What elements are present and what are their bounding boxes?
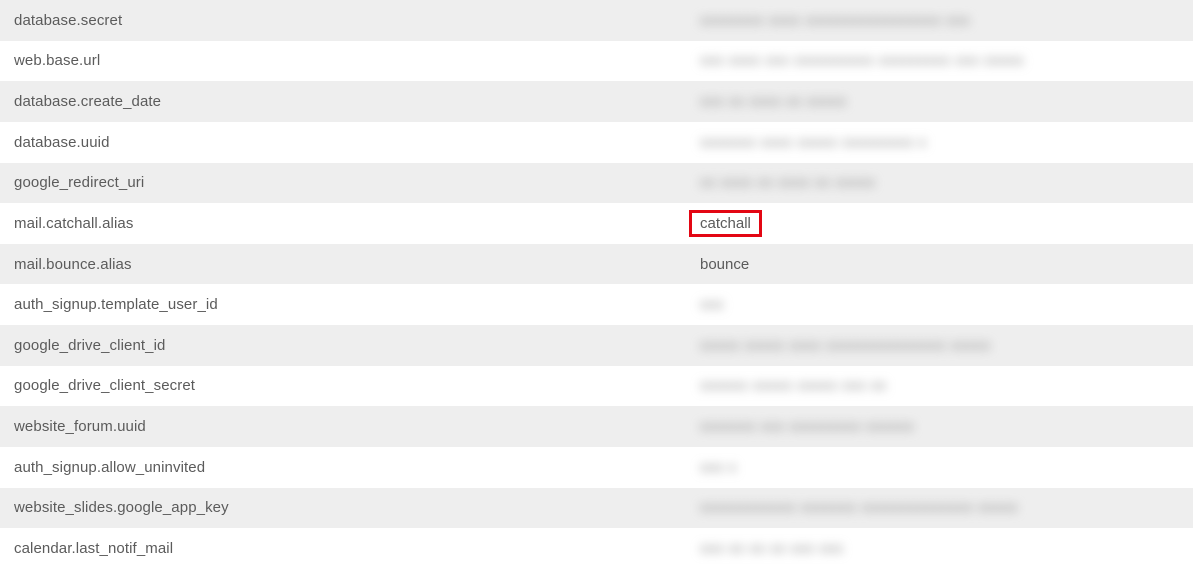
- param-value: xxx xx xxxx xx xxxxx: [700, 93, 847, 110]
- param-key: mail.bounce.alias: [0, 256, 700, 273]
- param-value-cell: xxx x: [700, 459, 1193, 476]
- table-row[interactable]: website_slides.google_app_keyxxxxxxxxxxx…: [0, 488, 1193, 529]
- table-row[interactable]: database.create_datexxx xx xxxx xx xxxxx: [0, 81, 1193, 122]
- param-value-cell: bounce: [700, 256, 1193, 273]
- param-key: website_slides.google_app_key: [0, 499, 700, 516]
- param-value-cell: xxxxxxxx xxxx xxxxxxxxxxxxxxxxx xxx: [700, 12, 1193, 29]
- table-row[interactable]: database.secretxxxxxxxx xxxx xxxxxxxxxxx…: [0, 0, 1193, 41]
- table-row[interactable]: calendar.last_notif_mailxxx xx xx xx xxx…: [0, 528, 1193, 569]
- param-key: mail.catchall.alias: [0, 215, 700, 232]
- param-value: xx xxxx xx xxxx xx xxxxx: [700, 174, 875, 191]
- param-value: xxxxxxx xxxx xxxxx xxxxxxxxx x: [700, 134, 927, 151]
- param-key: google_drive_client_secret: [0, 377, 700, 394]
- param-value: xxx xx xx xx xxx xxx: [700, 540, 843, 557]
- param-value: xxx xxxx xxx xxxxxxxxxx xxxxxxxxx xxx xx…: [700, 52, 1024, 69]
- param-key: database.uuid: [0, 134, 700, 151]
- param-value-cell: xxx xx xx xx xxx xxx: [700, 540, 1193, 557]
- table-row[interactable]: auth_signup.allow_uninvitedxxx x: [0, 447, 1193, 488]
- param-value-cell: xxxxx xxxxx xxxx xxxxxxxxxxxxxxx xxxxx: [700, 337, 1193, 354]
- param-value: xxxxxx xxxxx xxxxx xxx xx: [700, 377, 887, 394]
- table-row[interactable]: google_drive_client_idxxxxx xxxxx xxxx x…: [0, 325, 1193, 366]
- table-row[interactable]: mail.bounce.aliasbounce: [0, 244, 1193, 285]
- param-value-cell: xxxxxxx xxxx xxxxx xxxxxxxxx x: [700, 134, 1193, 151]
- param-value: xxx: [700, 296, 724, 313]
- param-value-cell: xxxxxx xxxxx xxxxx xxx xx: [700, 377, 1193, 394]
- param-value-highlighted: catchall: [689, 210, 762, 237]
- param-key: auth_signup.template_user_id: [0, 296, 700, 313]
- param-key: database.create_date: [0, 93, 700, 110]
- table-row[interactable]: website_forum.uuidxxxxxxx xxx xxxxxxxxx …: [0, 406, 1193, 447]
- table-row[interactable]: google_redirect_urixx xxxx xx xxxx xx xx…: [0, 163, 1193, 204]
- table-row[interactable]: auth_signup.template_user_idxxx: [0, 284, 1193, 325]
- param-value: xxxxxxx xxx xxxxxxxxx xxxxxx: [700, 418, 914, 435]
- param-key: website_forum.uuid: [0, 418, 700, 435]
- table-row[interactable]: mail.catchall.aliascatchall: [0, 203, 1193, 244]
- param-key: database.secret: [0, 12, 700, 29]
- table-row[interactable]: database.uuidxxxxxxx xxxx xxxxx xxxxxxxx…: [0, 122, 1193, 163]
- param-value-cell: xxx xxxx xxx xxxxxxxxxx xxxxxxxxx xxx xx…: [700, 52, 1193, 69]
- param-key: auth_signup.allow_uninvited: [0, 459, 700, 476]
- table-row[interactable]: web.base.urlxxx xxxx xxx xxxxxxxxxx xxxx…: [0, 41, 1193, 82]
- param-value: xxxxxxxx xxxx xxxxxxxxxxxxxxxxx xxx: [700, 12, 970, 29]
- param-value: xxxxxxxxxxxx xxxxxxx xxxxxxxxxxxxxx xxxx…: [700, 499, 1018, 516]
- param-value-cell: catchall: [700, 210, 1193, 237]
- param-key: web.base.url: [0, 52, 700, 69]
- param-value-cell: xx xxxx xx xxxx xx xxxxx: [700, 174, 1193, 191]
- param-value-cell: xxxxxxxxxxxx xxxxxxx xxxxxxxxxxxxxx xxxx…: [700, 499, 1193, 516]
- table-row[interactable]: google_drive_client_secretxxxxxx xxxxx x…: [0, 366, 1193, 407]
- parameters-table: database.secretxxxxxxxx xxxx xxxxxxxxxxx…: [0, 0, 1193, 569]
- param-key: google_redirect_uri: [0, 174, 700, 191]
- param-key: calendar.last_notif_mail: [0, 540, 700, 557]
- param-value-cell: xxxxxxx xxx xxxxxxxxx xxxxxx: [700, 418, 1193, 435]
- param-value: xxxxx xxxxx xxxx xxxxxxxxxxxxxxx xxxxx: [700, 337, 991, 354]
- param-key: google_drive_client_id: [0, 337, 700, 354]
- param-value-cell: xxx: [700, 296, 1193, 313]
- param-value: xxx x: [700, 459, 737, 476]
- param-value: bounce: [700, 256, 749, 273]
- param-value-cell: xxx xx xxxx xx xxxxx: [700, 93, 1193, 110]
